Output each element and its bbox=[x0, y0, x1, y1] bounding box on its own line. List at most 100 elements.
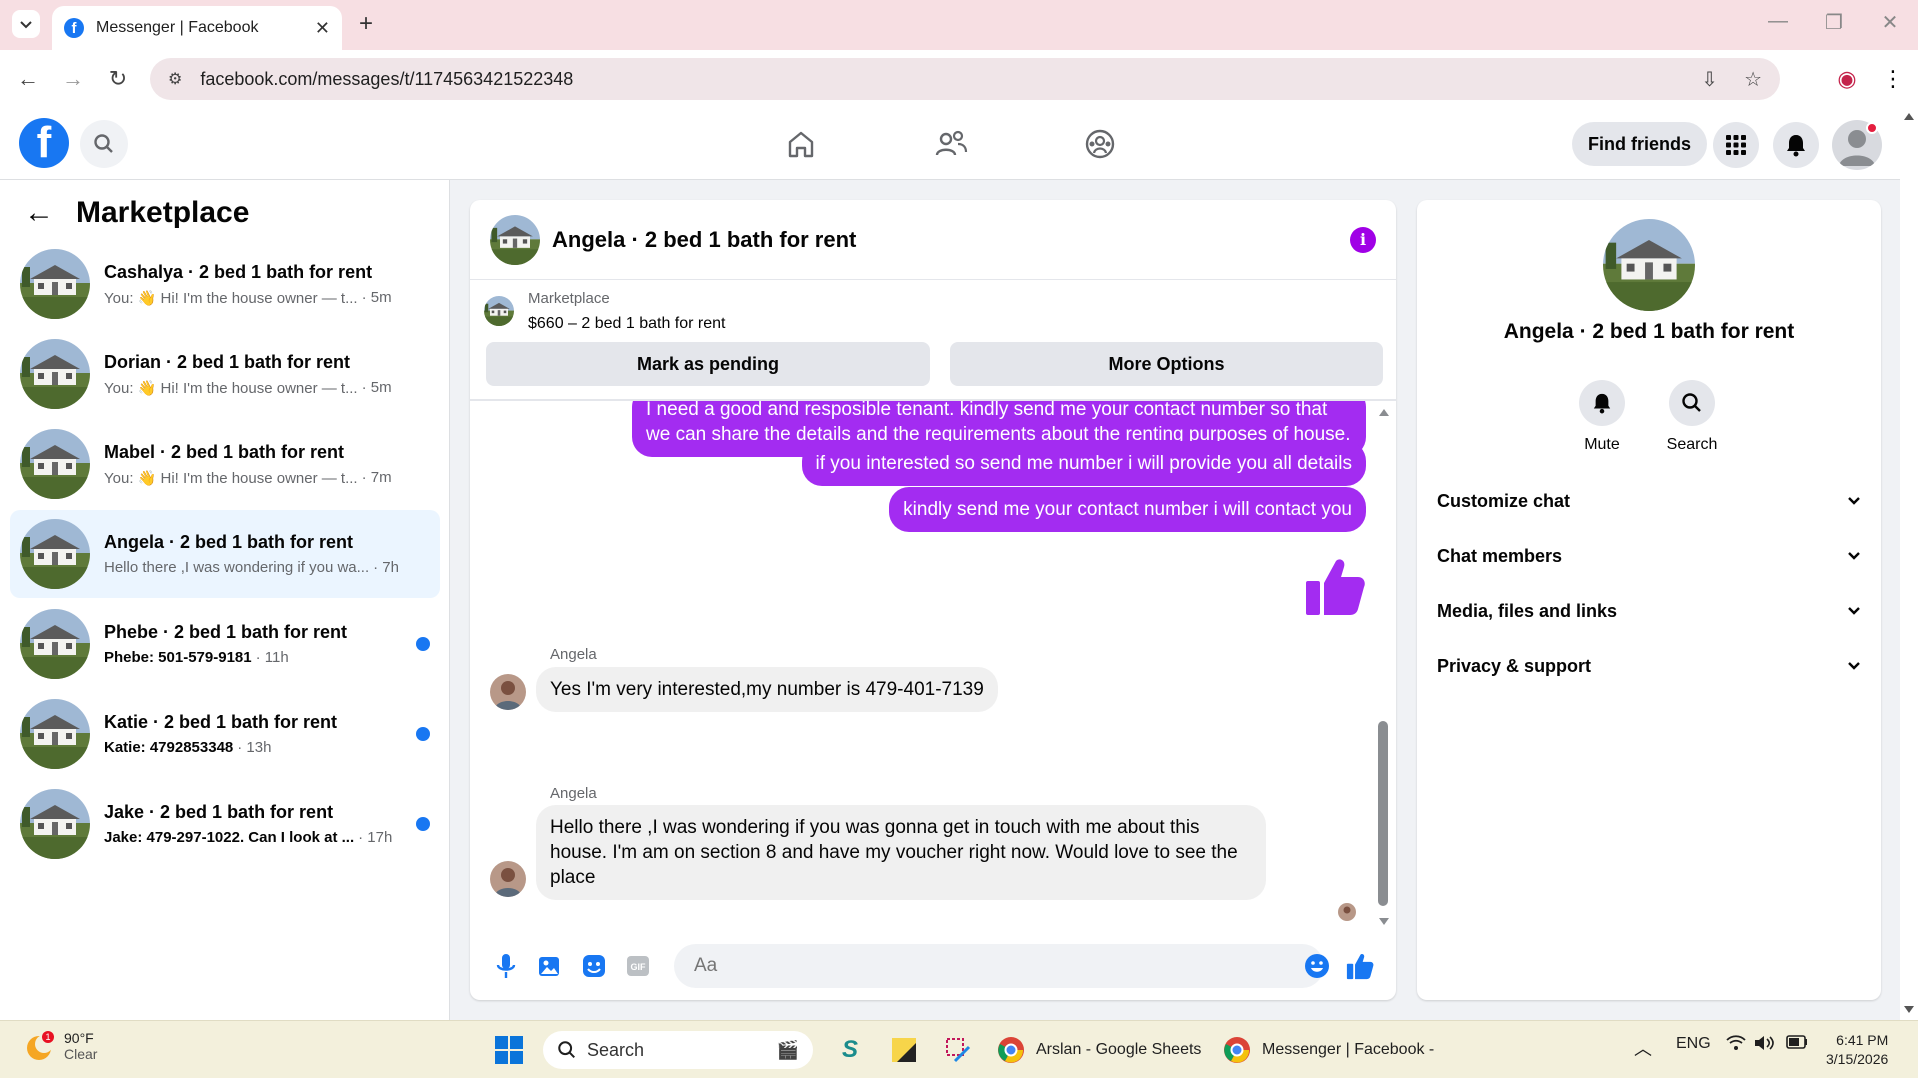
bookmark-star-icon[interactable]: ☆ bbox=[1744, 67, 1762, 92]
install-app-icon[interactable]: ⇩ bbox=[1701, 67, 1718, 92]
chrome-menu-icon[interactable]: ⋮ bbox=[1878, 64, 1908, 94]
chat-members-section[interactable]: Chat members bbox=[1437, 536, 1861, 576]
voice-clip-button[interactable] bbox=[491, 951, 521, 981]
conversation-preview-row: You: 👋 Hi! I'm the house owner — t... · 7… bbox=[104, 469, 430, 487]
chat-listing-thumbnail[interactable] bbox=[490, 215, 540, 265]
emoji-button[interactable] bbox=[1304, 953, 1330, 984]
conversation-preview: Phebe: 501-579-9181 bbox=[104, 649, 252, 666]
message-list[interactable]: I need a good and resposible tenant. kin… bbox=[470, 401, 1396, 929]
page-scrollbar[interactable] bbox=[1900, 108, 1918, 1020]
conversation-item[interactable]: Cashalya · 2 bed 1 bath for rent You: 👋 … bbox=[10, 240, 440, 328]
info-icon[interactable]: i bbox=[1350, 226, 1376, 253]
marketplace-label: Marketplace bbox=[528, 290, 610, 307]
privacy-support-section[interactable]: Privacy & support bbox=[1437, 646, 1861, 686]
media-files-links-section[interactable]: Media, files and links bbox=[1437, 591, 1861, 631]
customize-chat-section[interactable]: Customize chat bbox=[1437, 481, 1861, 521]
conversation-time: · 13h bbox=[237, 739, 272, 756]
reload-button[interactable]: ↻ bbox=[103, 64, 133, 94]
restore-button[interactable]: ❐ bbox=[1814, 10, 1854, 35]
svg-text:1: 1 bbox=[45, 1032, 50, 1042]
facebook-logo[interactable]: f bbox=[19, 118, 69, 168]
friends-icon bbox=[935, 130, 968, 156]
conversation-item[interactable]: Phebe · 2 bed 1 bath for rent Phebe: 501… bbox=[10, 600, 440, 688]
profile-icon[interactable]: ◉ bbox=[1832, 64, 1862, 94]
listing-thumbnail bbox=[20, 699, 90, 769]
wifi-icon[interactable] bbox=[1726, 1035, 1746, 1056]
taskbar-app-label: Arslan - Google Sheets bbox=[1036, 1041, 1202, 1058]
new-tab-button[interactable]: + bbox=[352, 10, 380, 38]
taskbar-chrome-messenger[interactable]: Messenger | Facebook - bbox=[1222, 1031, 1434, 1069]
weather-widget[interactable]: 1 90°F Clear bbox=[22, 1029, 97, 1063]
site-settings-icon[interactable]: ⚙ bbox=[168, 69, 182, 89]
more-options-button[interactable]: More Options bbox=[950, 342, 1383, 386]
battery-icon[interactable] bbox=[1786, 1035, 1808, 1054]
gif-button[interactable]: GIF bbox=[623, 951, 653, 981]
taskbar-app-icon[interactable]: S bbox=[834, 1031, 866, 1069]
message-scroll-thumb[interactable] bbox=[1378, 721, 1388, 906]
tab-search-button[interactable] bbox=[12, 10, 40, 38]
mark-as-pending-button[interactable]: Mark as pending bbox=[486, 342, 930, 386]
address-bar[interactable]: ⚙ facebook.com/messages/t/11745634215223… bbox=[150, 58, 1780, 100]
send-like-button[interactable] bbox=[1345, 951, 1375, 981]
section-label: Customize chat bbox=[1437, 490, 1571, 511]
taskbar-search[interactable]: Search 🎬 bbox=[543, 1031, 813, 1069]
conversation-item[interactable]: Dorian · 2 bed 1 bath for rent You: 👋 Hi… bbox=[10, 330, 440, 418]
friends-nav-button[interactable] bbox=[929, 122, 973, 166]
home-icon bbox=[788, 131, 814, 158]
chevron-down-icon bbox=[1848, 607, 1860, 615]
url-text[interactable]: facebook.com/messages/t/1174563421522348 bbox=[200, 69, 1675, 90]
close-window-button[interactable]: ✕ bbox=[1870, 10, 1910, 35]
section-label: Chat members bbox=[1437, 545, 1563, 566]
tab-close-icon[interactable]: ✕ bbox=[315, 18, 330, 39]
chevron-down-icon bbox=[20, 21, 32, 29]
marketplace-listing-card[interactable]: Marketplace $660 – 2 bed 1 bath for rent bbox=[484, 290, 725, 333]
conversation-name: Cashalya · 2 bed 1 bath for rent bbox=[104, 261, 373, 282]
home-nav-button[interactable] bbox=[779, 122, 823, 166]
taskbar-chrome-sheets[interactable]: Arslan - Google Sheets bbox=[996, 1031, 1201, 1069]
conversation-preview-row: You: 👋 Hi! I'm the house owner — t... · 5… bbox=[104, 379, 430, 397]
page-scroll-down-icon[interactable] bbox=[1900, 1004, 1918, 1016]
language-indicator[interactable]: ENG bbox=[1676, 1035, 1711, 1053]
facebook-top-nav: f Find friends bbox=[0, 108, 1900, 180]
taskbar-app-icon[interactable] bbox=[888, 1031, 920, 1069]
conversation-name: Jake · 2 bed 1 bath for rent bbox=[104, 802, 334, 822]
back-button[interactable]: ← bbox=[13, 64, 43, 94]
page-scroll-up-icon[interactable] bbox=[1900, 110, 1918, 122]
notifications-button[interactable] bbox=[1773, 122, 1819, 168]
menu-button[interactable] bbox=[1713, 122, 1759, 168]
clock[interactable]: 6:41 PM 3/15/2026 bbox=[1826, 1031, 1888, 1069]
find-friends-button[interactable]: Find friends bbox=[1572, 122, 1707, 166]
snipping-tool-icon bbox=[942, 1034, 974, 1066]
search-button[interactable] bbox=[80, 120, 128, 168]
browser-tab[interactable]: f Messenger | Facebook ✕ bbox=[52, 6, 342, 50]
photo-icon bbox=[539, 957, 559, 976]
conversation-item[interactable]: Mabel · 2 bed 1 bath for rent You: 👋 Hi!… bbox=[10, 420, 440, 508]
thumbs-up-icon bbox=[1346, 953, 1374, 980]
mute-icon-wrap bbox=[1579, 380, 1625, 426]
scroll-down-icon[interactable] bbox=[1378, 917, 1390, 927]
taskbar-app-icon[interactable] bbox=[942, 1031, 974, 1069]
forward-button[interactable]: → bbox=[58, 64, 88, 94]
chat-header: Angela · 2 bed 1 bath for rent i bbox=[470, 200, 1396, 280]
minimize-button[interactable]: — bbox=[1758, 10, 1798, 33]
conversation-sidebar: ← Marketplace Cashalya · 2 bed 1 bath fo… bbox=[0, 180, 450, 1020]
taskbar-search-label: Search bbox=[587, 1039, 645, 1060]
conversation-item[interactable]: Katie · 2 bed 1 bath for rent Katie: 479… bbox=[10, 690, 440, 778]
attach-photo-button[interactable] bbox=[535, 951, 565, 981]
chat-title[interactable]: Angela · 2 bed 1 bath for rent bbox=[552, 227, 1350, 253]
conversation-item-active[interactable]: Angela · 2 bed 1 bath for rent Hello the… bbox=[10, 510, 440, 598]
conversation-name: Phebe · 2 bed 1 bath for rent bbox=[104, 622, 348, 642]
search-in-conversation-button[interactable]: Search bbox=[1647, 380, 1737, 454]
groups-nav-button[interactable] bbox=[1078, 122, 1122, 166]
message-input[interactable] bbox=[674, 944, 1324, 988]
sticker-button[interactable] bbox=[579, 951, 609, 981]
sender-name: Angela bbox=[550, 785, 597, 802]
back-arrow-icon[interactable]: ← bbox=[24, 196, 54, 230]
conversation-item[interactable]: Jake · 2 bed 1 bath for rent Jake: 479-2… bbox=[10, 780, 440, 868]
start-button[interactable] bbox=[494, 1031, 524, 1069]
svg-text:GIF: GIF bbox=[631, 962, 647, 972]
scroll-up-icon[interactable] bbox=[1378, 407, 1390, 417]
mute-button[interactable]: Mute bbox=[1557, 380, 1647, 454]
volume-icon[interactable] bbox=[1754, 1035, 1776, 1056]
show-hidden-icons[interactable]: ︿ bbox=[1634, 1035, 1652, 1061]
